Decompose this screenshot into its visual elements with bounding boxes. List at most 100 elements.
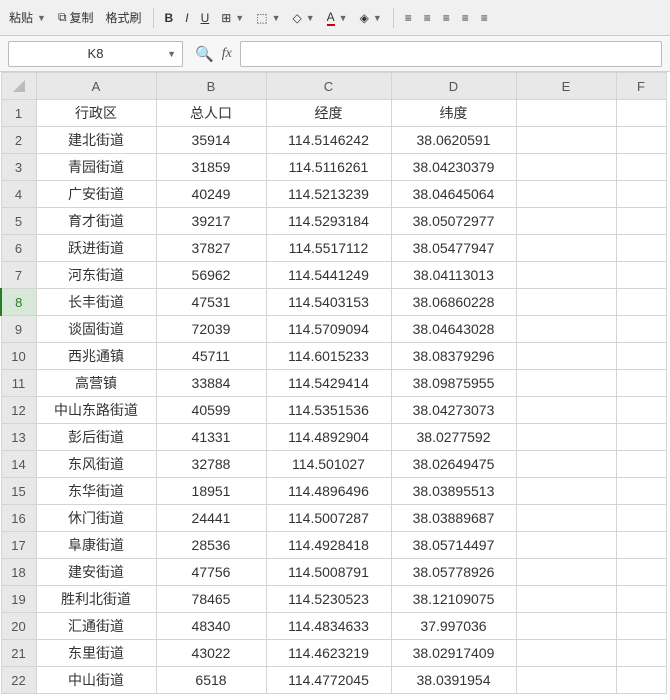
cell-A18[interactable]: 建安街道 — [36, 559, 156, 586]
row-header-22[interactable]: 22 — [1, 667, 36, 694]
cell-C9[interactable]: 114.5709094 — [266, 316, 391, 343]
cell-F2[interactable] — [616, 127, 666, 154]
cell-E20[interactable] — [516, 613, 616, 640]
row-header-14[interactable]: 14 — [1, 451, 36, 478]
cell-B10[interactable]: 45711 — [156, 343, 266, 370]
cell-C1[interactable]: 经度 — [266, 100, 391, 127]
cell-E16[interactable] — [516, 505, 616, 532]
cell-C6[interactable]: 114.5517112 — [266, 235, 391, 262]
font-color-button[interactable]: A▼ — [322, 5, 353, 31]
cell-E15[interactable] — [516, 478, 616, 505]
cell-E11[interactable] — [516, 370, 616, 397]
cell-D13[interactable]: 38.0277592 — [391, 424, 516, 451]
cell-E2[interactable] — [516, 127, 616, 154]
cell-A16[interactable]: 休门街道 — [36, 505, 156, 532]
cell-F15[interactable] — [616, 478, 666, 505]
row-header-6[interactable]: 6 — [1, 235, 36, 262]
copy-button[interactable]: ⧉复制 — [53, 5, 99, 31]
cell-A11[interactable]: 高营镇 — [36, 370, 156, 397]
row-header-2[interactable]: 2 — [1, 127, 36, 154]
cell-E21[interactable] — [516, 640, 616, 667]
cell-F8[interactable] — [616, 289, 666, 316]
cell-E3[interactable] — [516, 154, 616, 181]
cell-B11[interactable]: 33884 — [156, 370, 266, 397]
cell-C18[interactable]: 114.5008791 — [266, 559, 391, 586]
cell-C15[interactable]: 114.4896496 — [266, 478, 391, 505]
cell-A10[interactable]: 西兆通镇 — [36, 343, 156, 370]
cell-D17[interactable]: 38.05714497 — [391, 532, 516, 559]
cell-E22[interactable] — [516, 667, 616, 694]
cell-D10[interactable]: 38.08379296 — [391, 343, 516, 370]
cell-A22[interactable]: 中山街道 — [36, 667, 156, 694]
col-header-D[interactable]: D — [391, 73, 516, 100]
cell-A8[interactable]: 长丰街道 — [36, 289, 156, 316]
cell-D21[interactable]: 38.02917409 — [391, 640, 516, 667]
cell-D9[interactable]: 38.04643028 — [391, 316, 516, 343]
cell-B17[interactable]: 28536 — [156, 532, 266, 559]
cell-B3[interactable]: 31859 — [156, 154, 266, 181]
row-header-11[interactable]: 11 — [1, 370, 36, 397]
cell-F16[interactable] — [616, 505, 666, 532]
cell-C16[interactable]: 114.5007287 — [266, 505, 391, 532]
cell-D6[interactable]: 38.05477947 — [391, 235, 516, 262]
search-icon[interactable]: 🔍 — [195, 45, 214, 63]
cell-B16[interactable]: 24441 — [156, 505, 266, 532]
borders-button[interactable]: ⊞▼ — [216, 5, 249, 31]
cell-B6[interactable]: 37827 — [156, 235, 266, 262]
cell-C4[interactable]: 114.5213239 — [266, 181, 391, 208]
align-right-button[interactable]: ≡ — [438, 5, 455, 31]
cell-E14[interactable] — [516, 451, 616, 478]
format-painter-button[interactable]: 格式刷 — [101, 5, 147, 31]
cell-D7[interactable]: 38.04113013 — [391, 262, 516, 289]
cell-D2[interactable]: 38.0620591 — [391, 127, 516, 154]
align-center-button[interactable]: ≡ — [419, 5, 436, 31]
cell-D1[interactable]: 纬度 — [391, 100, 516, 127]
cell-A17[interactable]: 阜康街道 — [36, 532, 156, 559]
cell-B20[interactable]: 48340 — [156, 613, 266, 640]
italic-button[interactable]: I — [180, 5, 193, 31]
cell-C5[interactable]: 114.5293184 — [266, 208, 391, 235]
col-header-F[interactable]: F — [616, 73, 666, 100]
cell-A5[interactable]: 育才街道 — [36, 208, 156, 235]
cell-F7[interactable] — [616, 262, 666, 289]
fill-color-button[interactable]: ◇▼ — [287, 5, 319, 31]
cell-F9[interactable] — [616, 316, 666, 343]
row-header-4[interactable]: 4 — [1, 181, 36, 208]
cell-E9[interactable] — [516, 316, 616, 343]
cell-C13[interactable]: 114.4892904 — [266, 424, 391, 451]
cell-B19[interactable]: 78465 — [156, 586, 266, 613]
cell-C3[interactable]: 114.5116261 — [266, 154, 391, 181]
cell-A13[interactable]: 彭后街道 — [36, 424, 156, 451]
cell-A12[interactable]: 中山东路街道 — [36, 397, 156, 424]
cell-E5[interactable] — [516, 208, 616, 235]
cell-F10[interactable] — [616, 343, 666, 370]
cell-D3[interactable]: 38.04230379 — [391, 154, 516, 181]
cell-D5[interactable]: 38.05072977 — [391, 208, 516, 235]
merge-button[interactable]: ⬚▼ — [251, 5, 285, 31]
cell-B2[interactable]: 35914 — [156, 127, 266, 154]
row-header-7[interactable]: 7 — [1, 262, 36, 289]
cell-D15[interactable]: 38.03895513 — [391, 478, 516, 505]
cell-F5[interactable] — [616, 208, 666, 235]
cell-C12[interactable]: 114.5351536 — [266, 397, 391, 424]
row-header-20[interactable]: 20 — [1, 613, 36, 640]
row-header-9[interactable]: 9 — [1, 316, 36, 343]
cell-F3[interactable] — [616, 154, 666, 181]
cell-E12[interactable] — [516, 397, 616, 424]
fx-icon[interactable]: fx — [222, 46, 232, 62]
row-header-12[interactable]: 12 — [1, 397, 36, 424]
row-header-5[interactable]: 5 — [1, 208, 36, 235]
cell-B18[interactable]: 47756 — [156, 559, 266, 586]
cell-F21[interactable] — [616, 640, 666, 667]
cell-E8[interactable] — [516, 289, 616, 316]
name-box[interactable]: K8 ▼ — [8, 41, 183, 67]
cell-A19[interactable]: 胜利北街道 — [36, 586, 156, 613]
cell-E1[interactable] — [516, 100, 616, 127]
cell-A14[interactable]: 东风街道 — [36, 451, 156, 478]
select-all-corner[interactable] — [1, 73, 36, 100]
cell-style-button[interactable]: ◈▼ — [355, 5, 387, 31]
cell-B22[interactable]: 6518 — [156, 667, 266, 694]
cell-D18[interactable]: 38.05778926 — [391, 559, 516, 586]
underline-button[interactable]: U — [196, 5, 215, 31]
cell-E13[interactable] — [516, 424, 616, 451]
